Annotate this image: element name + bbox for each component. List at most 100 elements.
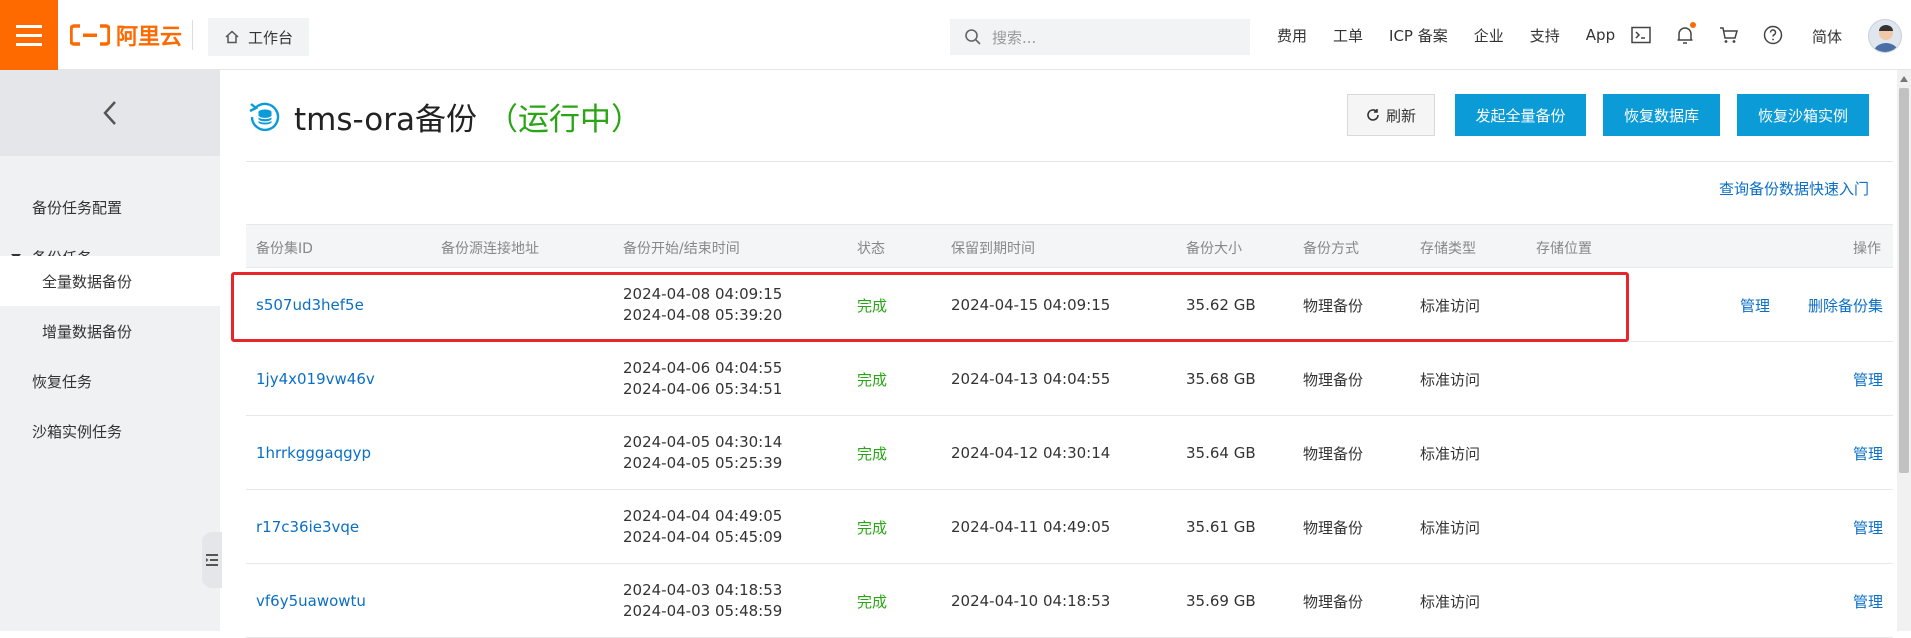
start-full-backup-button[interactable]: 发起全量备份 [1455, 94, 1586, 136]
sidebar-item-sandbox-tasks[interactable]: 沙箱实例任务 [0, 406, 220, 456]
method-cell: 物理备份 [1303, 592, 1364, 611]
sidebar-item-full-backup[interactable]: 全量数据备份 [0, 256, 220, 306]
sidebar-back-button[interactable] [0, 70, 220, 156]
workbench-button[interactable]: 工作台 [208, 18, 310, 56]
storage-type-cell: 标准访问 [1420, 592, 1481, 611]
time-cell: 2024-04-05 04:30:14 2024-04-05 05:25:39 [623, 416, 782, 490]
top-bar: 阿里云 工作台 搜索... 费用 工单 ICP 备案 企业 支持 App 简体 [0, 0, 1911, 70]
method-cell: 物理备份 [1303, 370, 1364, 389]
help-icon[interactable] [1762, 24, 1784, 46]
method-cell: 物理备份 [1303, 518, 1364, 537]
expire-cell: 2024-04-11 04:49:05 [951, 518, 1111, 536]
restore-database-button[interactable]: 恢复数据库 [1603, 94, 1720, 136]
terminal-icon[interactable] [1630, 24, 1652, 46]
language-switch[interactable]: 简体 [1812, 26, 1842, 47]
method-cell: 物理备份 [1303, 444, 1364, 463]
sidebar-item-restore-tasks[interactable]: 恢复任务 [0, 356, 220, 406]
status-cell: 完成 [857, 370, 888, 389]
backup-table: 备份集ID 备份源连接地址 备份开始/结束时间 状态 保留到期时间 备份大小 备… [231, 224, 1893, 638]
size-cell: 35.61 GB [1186, 518, 1256, 536]
manage-link[interactable]: 管理 [1853, 416, 1883, 490]
nav-support[interactable]: 支持 [1530, 25, 1560, 46]
avatar[interactable] [1868, 19, 1902, 53]
nav-ticket[interactable]: 工单 [1333, 25, 1363, 46]
col-storage-type: 存储类型 [1420, 241, 1476, 257]
delete-backup-link[interactable]: 删除备份集 [1808, 268, 1883, 342]
chevron-left-icon [103, 101, 116, 125]
start-time: 2024-04-05 04:30:14 [623, 433, 783, 451]
col-location: 存储位置 [1536, 241, 1592, 257]
divider [192, 20, 193, 50]
end-time: 2024-04-08 05:39:20 [623, 306, 783, 324]
col-actions: 操作 [1853, 241, 1881, 257]
col-size: 备份大小 [1186, 241, 1242, 257]
backup-id-link[interactable]: 1hrrkgggaqgyp [256, 416, 371, 490]
nav-enterprise[interactable]: 企业 [1474, 25, 1504, 46]
sidebar-item-label: 恢复任务 [32, 372, 93, 391]
page-header: tms-ora备份 （运行中） [246, 94, 642, 139]
status-cell: 完成 [857, 592, 888, 611]
manage-link[interactable]: 管理 [1853, 342, 1883, 416]
scrollbar[interactable] [1897, 70, 1911, 631]
manage-link[interactable]: 管理 [1853, 564, 1883, 638]
top-icons [1630, 0, 1784, 70]
size-cell: 35.64 GB [1186, 444, 1256, 462]
restore-sandbox-label: 恢复沙箱实例 [1757, 106, 1848, 125]
backup-id-link[interactable]: vf6y5uawowtu [256, 564, 366, 638]
logo[interactable]: 阿里云 [70, 22, 182, 50]
home-icon [225, 30, 239, 44]
expire-cell: 2024-04-13 04:04:55 [951, 370, 1111, 388]
storage-type-cell: 标准访问 [1420, 296, 1481, 315]
expire-cell: 2024-04-10 04:18:53 [951, 592, 1111, 610]
search-icon [965, 29, 981, 45]
table-row: 1jy4x019vw46v 2024-04-06 04:04:55 2024-0… [246, 342, 1893, 416]
expire-cell: 2024-04-12 04:30:14 [951, 444, 1111, 462]
top-nav: 费用 工单 ICP 备案 企业 支持 App [1277, 0, 1641, 70]
start-time: 2024-04-04 04:49:05 [623, 507, 783, 525]
start-full-backup-label: 发起全量备份 [1475, 106, 1566, 125]
col-time: 备份开始/结束时间 [623, 241, 740, 257]
scroll-thumb[interactable] [1899, 88, 1909, 473]
status-badge: （运行中） [486, 102, 642, 138]
cart-icon[interactable] [1718, 24, 1740, 46]
start-time: 2024-04-08 04:09:15 [623, 285, 783, 303]
time-cell: 2024-04-08 04:09:15 2024-04-08 05:39:20 [623, 268, 782, 342]
aliyun-logo-icon [70, 24, 110, 46]
backup-id-link[interactable]: s507ud3hef5e [256, 268, 364, 342]
menu-icon[interactable] [0, 0, 58, 70]
nav-billing[interactable]: 费用 [1277, 25, 1307, 46]
status-cell: 完成 [857, 296, 888, 315]
bell-icon[interactable] [1674, 22, 1696, 46]
manage-link[interactable]: 管理 [1740, 268, 1770, 342]
refresh-icon [1367, 109, 1379, 121]
quick-start-link[interactable]: 查询备份数据快速入门 [1719, 178, 1869, 199]
status-cell: 完成 [857, 444, 888, 463]
end-time: 2024-04-06 05:34:51 [623, 380, 783, 398]
sidebar-item-backup-config[interactable]: 备份任务配置 [0, 182, 220, 232]
workbench-label: 工作台 [248, 28, 294, 47]
size-cell: 35.62 GB [1186, 296, 1256, 314]
divider [246, 161, 1893, 162]
col-source: 备份源连接地址 [441, 241, 539, 257]
nav-icp[interactable]: ICP 备案 [1389, 25, 1448, 46]
scroll-up-arrow-icon[interactable] [1900, 76, 1908, 82]
expire-cell: 2024-04-15 04:09:15 [951, 296, 1111, 314]
search-placeholder: 搜索... [992, 28, 1037, 47]
col-method: 备份方式 [1303, 241, 1359, 257]
search-input[interactable]: 搜索... [950, 19, 1250, 55]
backup-id-link[interactable]: r17c36ie3vqe [256, 490, 359, 564]
nav-app[interactable]: App [1586, 26, 1615, 44]
backup-icon [249, 102, 280, 131]
restore-sandbox-button[interactable]: 恢复沙箱实例 [1737, 94, 1869, 136]
size-cell: 35.68 GB [1186, 370, 1256, 388]
refresh-button[interactable]: 刷新 [1347, 94, 1435, 136]
table-row: s507ud3hef5e 2024-04-08 04:09:15 2024-04… [231, 268, 1893, 342]
status-cell: 完成 [857, 518, 888, 537]
manage-link[interactable]: 管理 [1853, 490, 1883, 564]
sidebar-item-incremental-backup[interactable]: 增量数据备份 [0, 306, 220, 356]
sidebar-toggle-handle[interactable] [202, 532, 222, 588]
end-time: 2024-04-05 05:25:39 [623, 454, 783, 472]
col-expire: 保留到期时间 [951, 241, 1035, 257]
storage-type-cell: 标准访问 [1420, 444, 1481, 463]
backup-id-link[interactable]: 1jy4x019vw46v [256, 342, 375, 416]
